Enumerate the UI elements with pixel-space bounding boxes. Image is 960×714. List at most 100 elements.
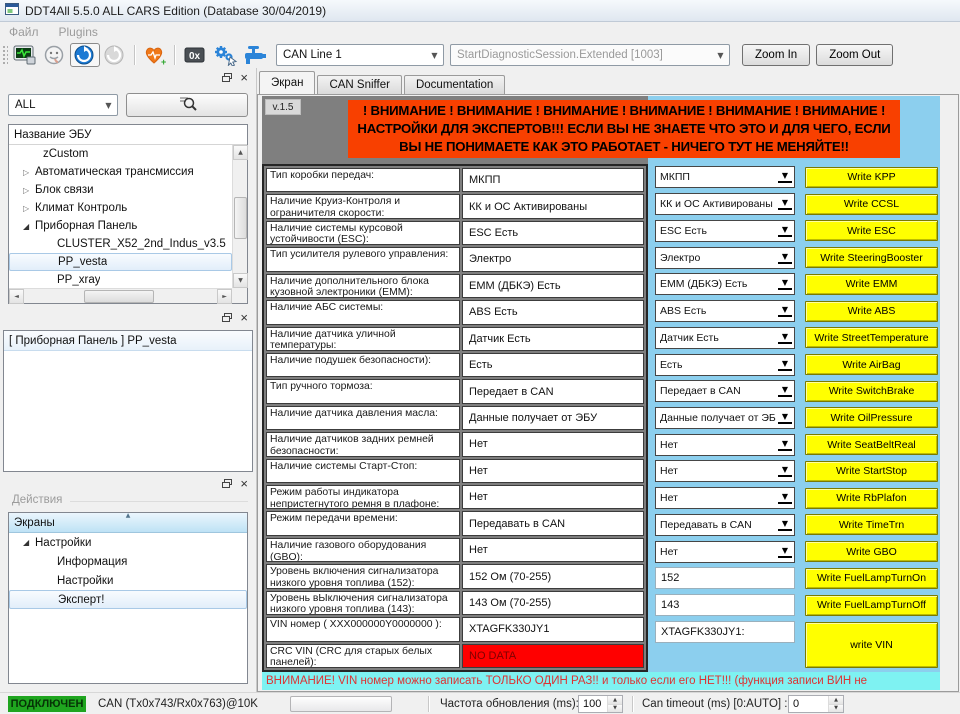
- scrollbar-thumb[interactable]: [234, 197, 247, 239]
- tree-item[interactable]: Настройки: [9, 571, 247, 590]
- close-icon[interactable]: ×: [240, 479, 248, 489]
- tab-can-sniffer[interactable]: CAN Sniffer: [317, 75, 402, 94]
- scroll-down-icon[interactable]: ▼: [233, 273, 248, 288]
- write-button[interactable]: Write KPP: [805, 167, 938, 188]
- tree-item[interactable]: PP_xray: [9, 271, 232, 288]
- write-button[interactable]: Write RbPlafon: [805, 488, 938, 509]
- tab-screen[interactable]: Экран: [259, 71, 315, 94]
- write-button[interactable]: Write SwitchBrake: [805, 381, 938, 402]
- write-button[interactable]: Write FuelLampTurnOn: [805, 568, 938, 589]
- can-valve-icon[interactable]: [240, 43, 270, 67]
- spin-up-icon[interactable]: ▲: [608, 696, 622, 704]
- value-combo[interactable]: КК и ОС Активированы▼: [655, 193, 795, 215]
- tree-item[interactable]: ◢Приборная Панель: [9, 217, 232, 235]
- ecu-tree-header[interactable]: Название ЭБУ: [9, 125, 247, 145]
- can-timeout-value: 0: [789, 696, 828, 712]
- value-combo[interactable]: Нет▼: [655, 487, 795, 509]
- value-combo[interactable]: Есть▼: [655, 354, 795, 376]
- write-button[interactable]: Write CCSL: [805, 194, 938, 215]
- value-input[interactable]: 152: [655, 567, 795, 589]
- spin-down-icon[interactable]: ▼: [829, 704, 843, 713]
- close-icon[interactable]: ×: [240, 73, 248, 83]
- scrollbar-thumb[interactable]: [84, 290, 154, 303]
- screens-tree-header[interactable]: ▲ Экраны: [9, 513, 247, 533]
- scroll-up-icon[interactable]: ▲: [233, 145, 248, 160]
- value-combo[interactable]: МКПП▼: [655, 166, 795, 188]
- float-icon[interactable]: [222, 475, 232, 493]
- ecu-filter-combo[interactable]: ALL ▼: [8, 94, 118, 116]
- menu-plugins[interactable]: Plugins: [59, 25, 98, 39]
- actions-dock-titlebar: ×: [0, 476, 256, 492]
- tree-item[interactable]: ◢Настройки: [9, 533, 247, 552]
- expander-icon[interactable]: ▷: [23, 204, 35, 213]
- value-combo[interactable]: Нет▼: [655, 460, 795, 482]
- search-ecu-button[interactable]: [126, 93, 248, 117]
- tab-documentation[interactable]: Documentation: [404, 75, 505, 94]
- value-combo[interactable]: Нет▼: [655, 541, 795, 563]
- spin-up-icon[interactable]: ▲: [829, 696, 843, 704]
- value-combo[interactable]: Нет▼: [655, 434, 795, 456]
- toolbar-drag-handle[interactable]: [2, 45, 8, 65]
- tree-item[interactable]: CLUSTER_X52_2nd_Indus_v3.5: [9, 235, 232, 253]
- tree-item[interactable]: zCustom: [9, 145, 232, 163]
- value-combo[interactable]: Данные получает от ЭБУ▼: [655, 407, 795, 429]
- write-button[interactable]: Write OilPressure: [805, 407, 938, 428]
- menu-file[interactable]: Файл: [9, 25, 39, 39]
- spin-down-icon[interactable]: ▼: [608, 704, 622, 713]
- scroll-left-icon[interactable]: ◄: [9, 289, 24, 304]
- write-button[interactable]: write VIN: [805, 622, 938, 668]
- refresh-rate-spinner[interactable]: 100 ▲▼: [578, 695, 623, 713]
- zoom-in-button[interactable]: Zoom In: [742, 44, 810, 66]
- tree-item[interactable]: Эксперт!: [9, 590, 247, 609]
- tree-item[interactable]: ▷Климат Контроль: [9, 199, 232, 217]
- session-combo[interactable]: StartDiagnosticSession.Extended [1003] ▼: [450, 44, 730, 66]
- write-button[interactable]: Write StreetTemperature: [805, 327, 938, 348]
- write-button[interactable]: Write FuelLampTurnOff: [805, 595, 938, 616]
- can-timeout-spinner[interactable]: 0 ▲▼: [788, 695, 844, 713]
- write-button[interactable]: Write StartStop: [805, 461, 938, 482]
- tree-item-label: Настройки: [35, 537, 91, 549]
- write-button[interactable]: Write ABS: [805, 301, 938, 322]
- write-button[interactable]: Write GBO: [805, 541, 938, 562]
- value-combo[interactable]: ESC Есть▼: [655, 220, 795, 242]
- write-button[interactable]: Write EMM: [805, 274, 938, 295]
- expander-icon[interactable]: ▷: [23, 168, 35, 177]
- value-input[interactable]: XTAGFK330JY1:: [655, 621, 795, 643]
- horizontal-scrollbar[interactable]: ◄ ►: [9, 288, 232, 303]
- refresh-connect-icon[interactable]: [70, 43, 100, 67]
- value-input[interactable]: 143: [655, 594, 795, 616]
- scroll-right-icon[interactable]: ►: [217, 289, 232, 304]
- vertical-scrollbar[interactable]: ▲ ▼: [232, 145, 247, 288]
- float-icon[interactable]: [222, 309, 232, 327]
- expander-icon[interactable]: ◢: [23, 538, 35, 547]
- expander-icon[interactable]: ◢: [23, 222, 35, 231]
- ecu-scan-icon[interactable]: +: [140, 43, 170, 67]
- tree-item[interactable]: ▷Автоматическая трансмиссия: [9, 163, 232, 181]
- zoom-out-button[interactable]: Zoom Out: [816, 44, 893, 66]
- expert-face-icon[interactable]: [40, 43, 70, 67]
- plugins-gears-icon[interactable]: [210, 43, 240, 67]
- tree-item[interactable]: Информация: [9, 552, 247, 571]
- tree-item[interactable]: PP_vesta: [9, 253, 232, 271]
- expander-icon[interactable]: ▷: [23, 186, 35, 195]
- tree-item[interactable]: ▷Блок связи: [9, 181, 232, 199]
- screen-monitor-icon[interactable]: [10, 43, 40, 67]
- can-line-combo[interactable]: CAN Line 1 ▼: [276, 44, 444, 66]
- reload-icon[interactable]: [100, 43, 130, 67]
- hex-editor-icon[interactable]: 0x: [180, 43, 210, 67]
- value-combo[interactable]: EMM (ДБКЭ) Есть▼: [655, 273, 795, 295]
- write-button[interactable]: Write TimeTrn: [805, 514, 938, 535]
- value-combo[interactable]: ABS Есть▼: [655, 300, 795, 322]
- selected-ecu-item[interactable]: [ Приборная Панель ] PP_vesta: [4, 331, 252, 351]
- float-icon[interactable]: [222, 69, 232, 87]
- value-combo[interactable]: Электро▼: [655, 247, 795, 269]
- write-button[interactable]: Write ESC: [805, 220, 938, 241]
- value-combo[interactable]: Датчик Есть▼: [655, 327, 795, 349]
- write-button[interactable]: Write AirBag: [805, 354, 938, 375]
- write-button[interactable]: Write SeatBeltReal: [805, 434, 938, 455]
- row-label: Наличие подушек безопасности):: [266, 353, 460, 377]
- value-combo[interactable]: Передает в CAN▼: [655, 380, 795, 402]
- value-combo[interactable]: Передавать в CAN▼: [655, 514, 795, 536]
- close-icon[interactable]: ×: [240, 313, 248, 323]
- write-button[interactable]: Write SteeringBooster: [805, 247, 938, 268]
